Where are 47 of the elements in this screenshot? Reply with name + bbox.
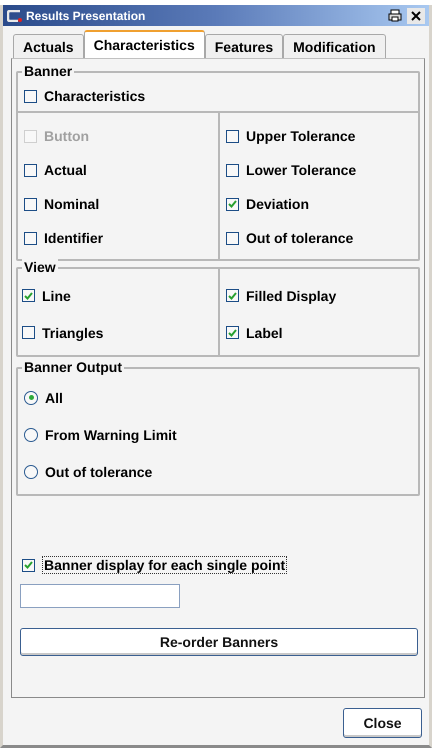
checkbox-label: Button [44, 128, 90, 144]
checkbox[interactable] [24, 90, 37, 102]
checkbox-label: Lower Tolerance [246, 162, 356, 178]
input-field[interactable] [20, 584, 180, 608]
checkbox-label: Nominal [44, 196, 100, 212]
app-logo-icon [7, 10, 23, 22]
checkbox-label: Out of tolerance [246, 230, 354, 246]
checkbox[interactable] [226, 164, 239, 176]
checkbox[interactable] [24, 232, 37, 244]
checkbox[interactable] [22, 289, 35, 302]
tab[interactable]: Features [204, 34, 284, 58]
reorder-button[interactable]: Re-order Banners [20, 628, 418, 656]
checkbox[interactable] [22, 558, 35, 572]
print-icon[interactable] [386, 8, 404, 24]
checkbox[interactable] [226, 232, 239, 244]
tab[interactable]: Actuals [13, 34, 84, 58]
radio-label: Out of tolerance [45, 464, 152, 480]
group-title: Banner [22, 63, 74, 79]
checkbox-label: Triangles [42, 324, 104, 340]
checkbox[interactable] [226, 198, 239, 210]
window-title: Results Presentation [26, 8, 146, 22]
checkbox-label: Line [42, 288, 71, 304]
radio-button[interactable] [24, 464, 38, 478]
checkbox-label: Label [246, 324, 283, 340]
checkbox-label: Actual [44, 162, 87, 178]
checkbox-label: Characteristics [44, 88, 146, 104]
tab[interactable]: Modification [283, 34, 386, 58]
checkbox[interactable] [226, 289, 239, 302]
group-title: View [22, 259, 58, 275]
close-button[interactable]: Close [343, 708, 422, 738]
radio-button[interactable] [24, 428, 38, 442]
checkbox-label: Identifier [44, 230, 104, 246]
group-title: Banner Output [22, 359, 124, 375]
checkbox[interactable] [226, 326, 239, 339]
checkbox[interactable] [226, 130, 239, 142]
checkbox[interactable] [22, 326, 35, 339]
checkbox-label: Filled Display [246, 288, 336, 304]
tab[interactable]: Characteristics [84, 30, 205, 58]
checkbox[interactable] [24, 198, 37, 210]
radio-button[interactable] [24, 390, 38, 404]
radio-label: From Warning Limit [45, 426, 177, 442]
close-icon[interactable] [407, 8, 425, 24]
radio-label: All [45, 390, 63, 406]
checkbox[interactable] [24, 164, 37, 176]
checkbox-label: Deviation [246, 196, 310, 212]
checkbox-label: Upper Tolerance [246, 128, 356, 144]
checkbox-label: Banner display for each single point [42, 556, 288, 574]
